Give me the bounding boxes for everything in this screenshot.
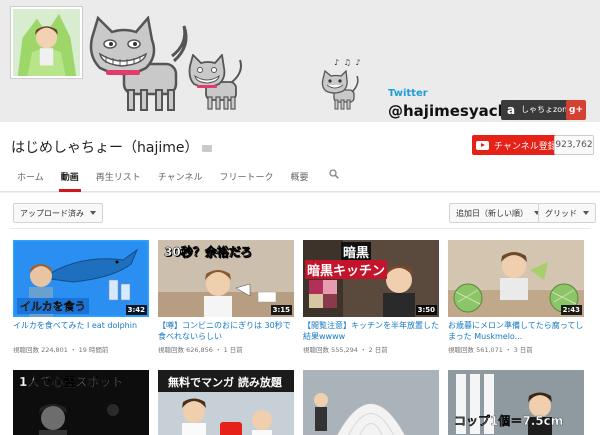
video-card[interactable]: 2:43 お歳暮にメロン準備してたら腐ってしまった Muskmelo... 視聴… <box>448 240 584 354</box>
channel-header: はじめしゃちょー（hajime） チャンネル登録 923,762 ホーム 動画 … <box>0 122 600 192</box>
upload-filter-label: アップロード済み <box>20 208 84 218</box>
video-card[interactable]: 30秒？余裕だろ 3:15 【噂】コンビニのおにぎりは 30秒で食べれないらしい… <box>158 240 294 354</box>
video-thumbnail[interactable]: 30秒？余裕だろ 3:15 <box>158 240 294 317</box>
toolbar-divider <box>10 228 590 229</box>
video-thumbnail[interactable]: コップ1個＝7.5cm <box>448 370 584 435</box>
video-card[interactable]: 暗黒 暗黒キッチン 3:50 【閲覧注意】キッチンを半年放置した結果wwww 視… <box>303 240 439 354</box>
video-thumbnail[interactable] <box>303 370 439 435</box>
video-thumbnail[interactable]: 1人で心霊スポット <box>13 370 149 435</box>
tab-playlists[interactable]: 再生リスト <box>96 164 141 192</box>
cat-illustration-large <box>89 16 188 111</box>
video-title[interactable]: イルカを食べてみた I eat dolphin <box>13 320 149 342</box>
thumbnail-caption: 無料でマンガ 読み放題 <box>168 376 282 389</box>
videos-panel: アップロード済み 追加日（新しい順） グリッド イルカを食う 3:42 イルカを… <box>0 193 600 435</box>
video-meta: 視聴回数 561,071 ・ 3 日前 <box>448 346 533 354</box>
thumbnail-image <box>303 370 439 435</box>
youtube-play-icon <box>476 140 489 150</box>
subscriber-count: 923,762 <box>554 135 594 155</box>
video-thumbnail[interactable]: 2:43 <box>448 240 584 317</box>
tab-videos[interactable]: 動画 <box>58 164 81 192</box>
video-duration: 3:50 <box>415 305 437 315</box>
video-duration: 3:15 <box>270 305 292 315</box>
thumbnail-caption-top: 暗黒 <box>341 242 372 261</box>
subscribe-button[interactable]: チャンネル登録 <box>472 135 563 155</box>
upload-filter-dropdown[interactable]: アップロード済み <box>13 203 103 223</box>
channel-search-button[interactable] <box>328 164 339 192</box>
video-thumbnail[interactable]: イルカを食う 3:42 <box>13 240 149 317</box>
view-mode-label: グリッド <box>545 208 577 218</box>
thumbnail-caption: コップ1個＝7.5cm <box>454 414 564 428</box>
video-meta: 視聴回数 626,856 ・ 1 日前 <box>158 346 243 354</box>
channel-banner: ♪ ♫ ♪ Twitter @hajimesyacho a しゃちょzon g+ <box>0 0 600 122</box>
video-title[interactable]: 【閲覧注意】キッチンを半年放置した結果wwww <box>303 320 439 342</box>
sort-label: 追加日（新しい順） <box>456 208 528 218</box>
tab-channels[interactable]: チャンネル <box>158 164 203 192</box>
video-card[interactable]: 1人で心霊スポット <box>13 370 149 435</box>
thumbnail-caption: 暗黒キッチン <box>305 260 388 279</box>
channel-title-row: はじめしゃちょー（hajime） <box>11 137 213 157</box>
channel-avatar[interactable] <box>10 6 83 79</box>
amazon-icon: a <box>501 100 521 120</box>
video-thumbnail[interactable]: 暗黒 暗黒キッチン 3:50 <box>303 240 439 317</box>
view-mode-dropdown[interactable]: グリッド <box>538 203 596 223</box>
search-icon <box>328 169 339 179</box>
video-card[interactable]: イルカを食う 3:42 イルカを食べてみた I eat dolphin 視聴回数… <box>13 240 149 354</box>
amazon-link-label: しゃちょzon <box>520 100 572 120</box>
video-title[interactable]: 【噂】コンビニのおにぎりは 30秒で食べれないらしい <box>158 320 294 342</box>
sort-dropdown[interactable]: 追加日（新しい順） <box>449 203 547 223</box>
channel-tabs: ホーム 動画 再生リスト チャンネル フリートーク 概要 <box>0 164 339 192</box>
subscribe-label: チャンネル登録 <box>494 141 557 152</box>
cat-illustration-tiny <box>321 70 359 110</box>
thumbnail-caption: イルカを食う <box>17 298 89 314</box>
thumbnail-caption: 1人で心霊スポット <box>19 375 124 389</box>
google-plus-link[interactable]: g+ <box>566 100 586 120</box>
video-meta: 視聴回数 224,801 ・ 19 時間前 <box>13 346 109 354</box>
cat-illustration-small <box>188 54 242 110</box>
video-card[interactable]: コップ1個＝7.5cm <box>448 370 584 435</box>
channel-badge-icon <box>202 144 213 152</box>
thumbnail-caption: 30秒？余裕だろ <box>164 245 252 259</box>
video-card[interactable] <box>303 370 439 435</box>
video-card[interactable]: 無料でマンガ 読み放題 <box>158 370 294 435</box>
avatar-image <box>13 9 80 76</box>
video-meta: 視聴回数 555,294 ・ 2 日前 <box>303 346 388 354</box>
video-thumbnail[interactable]: 無料でマンガ 読み放題 <box>158 370 294 435</box>
amazon-link[interactable]: a しゃちょzon <box>501 100 572 120</box>
video-duration: 3:42 <box>125 305 147 315</box>
tab-free-talk[interactable]: フリートーク <box>220 164 274 192</box>
chevron-down-icon <box>583 211 589 215</box>
music-notes: ♪ ♫ ♪ <box>334 58 362 67</box>
channel-title[interactable]: はじめしゃちょー（hajime） <box>11 140 198 156</box>
twitter-label: Twitter <box>388 88 428 99</box>
twitter-handle: @hajimesyacho <box>388 102 503 120</box>
google-plus-icon: g+ <box>566 100 586 120</box>
video-duration: 2:43 <box>560 305 582 315</box>
chevron-down-icon <box>90 211 96 215</box>
video-title[interactable]: お歳暮にメロン準備してたら腐ってしまった Muskmelo... <box>448 320 584 342</box>
tab-about[interactable]: 概要 <box>291 164 309 192</box>
tab-home[interactable]: ホーム <box>17 164 44 192</box>
